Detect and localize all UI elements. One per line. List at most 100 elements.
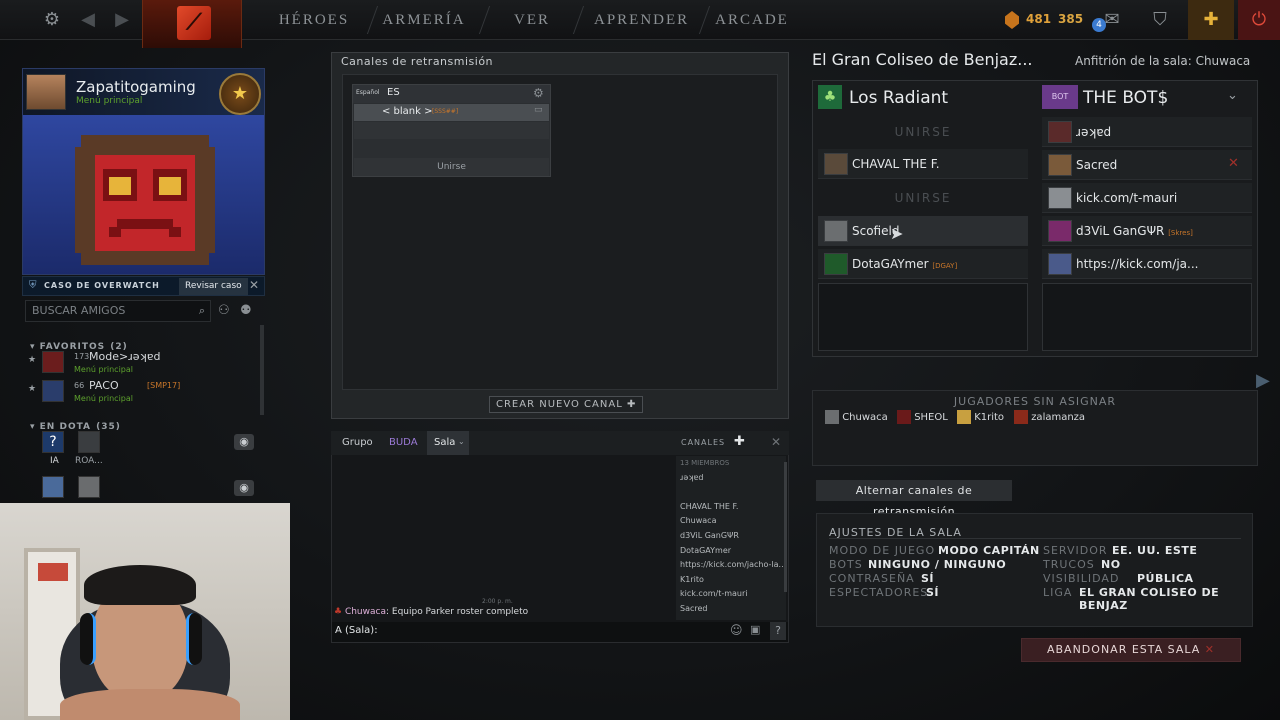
unassigned-player[interactable]: K1rito: [957, 410, 1004, 426]
dire-empty-slots: [1042, 283, 1252, 351]
back-arrow-icon[interactable]: ◀: [76, 8, 100, 32]
close-chat-icon[interactable]: ✕: [771, 435, 781, 449]
nav-heroes[interactable]: HÉROES: [272, 0, 356, 40]
webcam-overlay: [0, 503, 290, 720]
player-name: https://kick.com/ja...: [1076, 257, 1199, 271]
dire-player-slot[interactable]: kick.com/t-mauri: [1042, 183, 1252, 213]
profile-card[interactable]: Zapatitogaming Menú principal ★: [22, 68, 265, 275]
player-avatar: [1048, 253, 1072, 275]
nav-arcade[interactable]: ARCADE: [714, 0, 790, 40]
create-channel-button[interactable]: CREAR NUEVO CANAL ✚: [489, 396, 644, 413]
streamer-hair: [84, 565, 196, 605]
panel-title: Canales de retransmisión: [341, 55, 494, 68]
chat-tabs: Grupo BUDA Sala ⌄ CANALES ✚ ✕: [331, 431, 789, 455]
member-item[interactable]: https://kick.com/jacho-la...: [676, 558, 786, 573]
game-mode-value: MODO CAPITÁN: [938, 544, 1040, 557]
unassigned-player[interactable]: zalamanza: [1014, 410, 1085, 426]
radiant-join-slot[interactable]: UNIRSE: [818, 117, 1028, 147]
server-value: EE. UU. ESTE: [1112, 544, 1198, 557]
channel-slot[interactable]: < blank > [SSS##] ▭: [354, 104, 549, 121]
chevron-down-icon[interactable]: ⌄: [1227, 88, 1238, 103]
member-item[interactable]: d3ViL GanGΨR: [676, 529, 786, 544]
power-button[interactable]: ⏻: [1238, 0, 1280, 40]
member-item[interactable]: kick.com/t-mauri: [676, 587, 786, 602]
nav-divider: [698, 6, 711, 34]
emoji-icon[interactable]: ☺: [730, 623, 743, 637]
member-item[interactable]: CHAVAL THE F.: [676, 500, 786, 515]
radiant-player-slot[interactable]: CHAVAL THE F.: [818, 149, 1028, 179]
chat-input-field[interactable]: A (Sala): ☺ ▣ ?: [332, 622, 788, 642]
inbox-icon[interactable]: ✉: [1100, 8, 1124, 32]
password-value: SÍ: [921, 572, 935, 585]
armory-shield-icon[interactable]: ⛉: [1148, 8, 1172, 32]
radiant-player-slot[interactable]: DotaGAYmer [DGAY]: [818, 249, 1028, 279]
settings-gear-icon[interactable]: ⚙: [40, 8, 64, 32]
profile-name: Zapatitogaming: [76, 78, 196, 96]
close-icon[interactable]: ✕: [249, 278, 259, 292]
member-item[interactable]: DotaGAYmer: [676, 544, 786, 559]
friend-avatar[interactable]: [78, 431, 100, 453]
toggle-broadcast-channels-button[interactable]: Alternar canales de retransmisión: [816, 480, 1012, 518]
watch-eye-icon[interactable]: ◉: [234, 434, 254, 450]
headset-left: [80, 613, 96, 665]
radiant-join-slot[interactable]: UNIRSE: [818, 183, 1028, 213]
dire-player-slot[interactable]: https://kick.com/ja...: [1042, 249, 1252, 279]
member-item[interactable]: Chuwaca: [676, 514, 786, 529]
member-list: 13 MIEMBROS ɹǝʞɐd CHAVAL THE F. Chuwaca …: [676, 456, 786, 620]
dire-player-slot[interactable]: ɹǝʞɐd: [1042, 117, 1252, 147]
member-item[interactable]: Sacred: [676, 602, 786, 617]
review-case-button[interactable]: Revisar caso: [179, 278, 248, 295]
member-item[interactable]: K1rito: [676, 573, 786, 588]
friends-scrollbar[interactable]: [260, 325, 264, 415]
nav-armory[interactable]: ARMERÍA: [380, 0, 468, 40]
watch-eye-icon[interactable]: ◉: [234, 480, 254, 496]
friend-avatar[interactable]: [78, 476, 100, 498]
dota-logo-button[interactable]: ⟋: [142, 0, 242, 48]
unassigned-player[interactable]: SHEOL: [897, 410, 948, 426]
kick-player-icon[interactable]: ✕: [1228, 156, 1239, 171]
join-channel-button[interactable]: Unirse: [354, 158, 549, 176]
tab-group[interactable]: Grupo: [342, 437, 373, 448]
avatar[interactable]: [26, 74, 66, 110]
image-icon[interactable]: ▣: [750, 623, 760, 636]
favorite-star-icon: ★: [28, 355, 37, 365]
mouse-cursor-icon: ➤: [890, 224, 904, 243]
chat-message: ♣ Chuwaca: Equipo Parker roster completo: [334, 607, 672, 619]
cheats-label: TRUCOS: [1043, 558, 1095, 571]
settings-divider: [829, 538, 1241, 539]
nav-learn[interactable]: APRENDER: [594, 0, 688, 40]
help-icon[interactable]: ?: [770, 622, 786, 640]
channel-slot-empty[interactable]: [354, 122, 549, 139]
friend-avatar[interactable]: [42, 476, 64, 498]
channel-slot-empty[interactable]: [354, 140, 549, 157]
friend-row[interactable]: ★ 173 Mode>ɹǝʞɐd Menú principal: [28, 350, 258, 376]
friend-row[interactable]: ★ 66 PACO [SMP17] Menú principal: [28, 379, 258, 405]
add-friend-icon[interactable]: ⚇: [218, 303, 230, 318]
pixel-creature-icon: [75, 135, 215, 265]
dire-player-slot[interactable]: Sacred ✕: [1042, 150, 1252, 180]
leave-lobby-button[interactable]: ABANDONAR ESTA SALA ✕: [1021, 638, 1241, 662]
forward-arrow-icon[interactable]: ▶: [110, 8, 134, 32]
members-count: 13 MIEMBROS: [680, 459, 730, 467]
next-arrow-icon[interactable]: ▶: [1256, 370, 1270, 391]
member-item[interactable]: ɹǝʞɐd: [676, 471, 786, 486]
dire-player-slot[interactable]: d3ViL GanGΨR [Skres]: [1042, 216, 1252, 246]
channel-settings-gear-icon[interactable]: ⚙: [533, 86, 544, 100]
dota-plus-button[interactable]: ✚: [1188, 0, 1234, 40]
add-channel-icon[interactable]: ✚: [734, 434, 745, 449]
bot-avatar-icon[interactable]: ?: [42, 431, 64, 453]
friends-group-icon[interactable]: ⚉: [240, 303, 252, 318]
member-item[interactable]: [676, 485, 786, 500]
channel-tag: [SSS##]: [432, 108, 459, 115]
player-name-text: DotaGAYmer: [852, 257, 929, 271]
member-list-scrollbar[interactable]: [784, 462, 787, 592]
friends-search-input[interactable]: BUSCAR AMIGOS ⌕: [25, 300, 211, 322]
tab-buda[interactable]: BUDA: [389, 437, 418, 448]
unassigned-player[interactable]: Chuwaca: [825, 410, 888, 426]
nav-watch[interactable]: VER: [508, 0, 556, 40]
radiant-player-slot[interactable]: Scofield ➤: [818, 216, 1028, 246]
player-avatar: [825, 410, 839, 424]
server-label: SERVIDOR: [1043, 544, 1108, 557]
rank-medal-icon[interactable]: ★: [219, 73, 261, 115]
tab-lobby[interactable]: Sala ⌄: [427, 431, 469, 455]
